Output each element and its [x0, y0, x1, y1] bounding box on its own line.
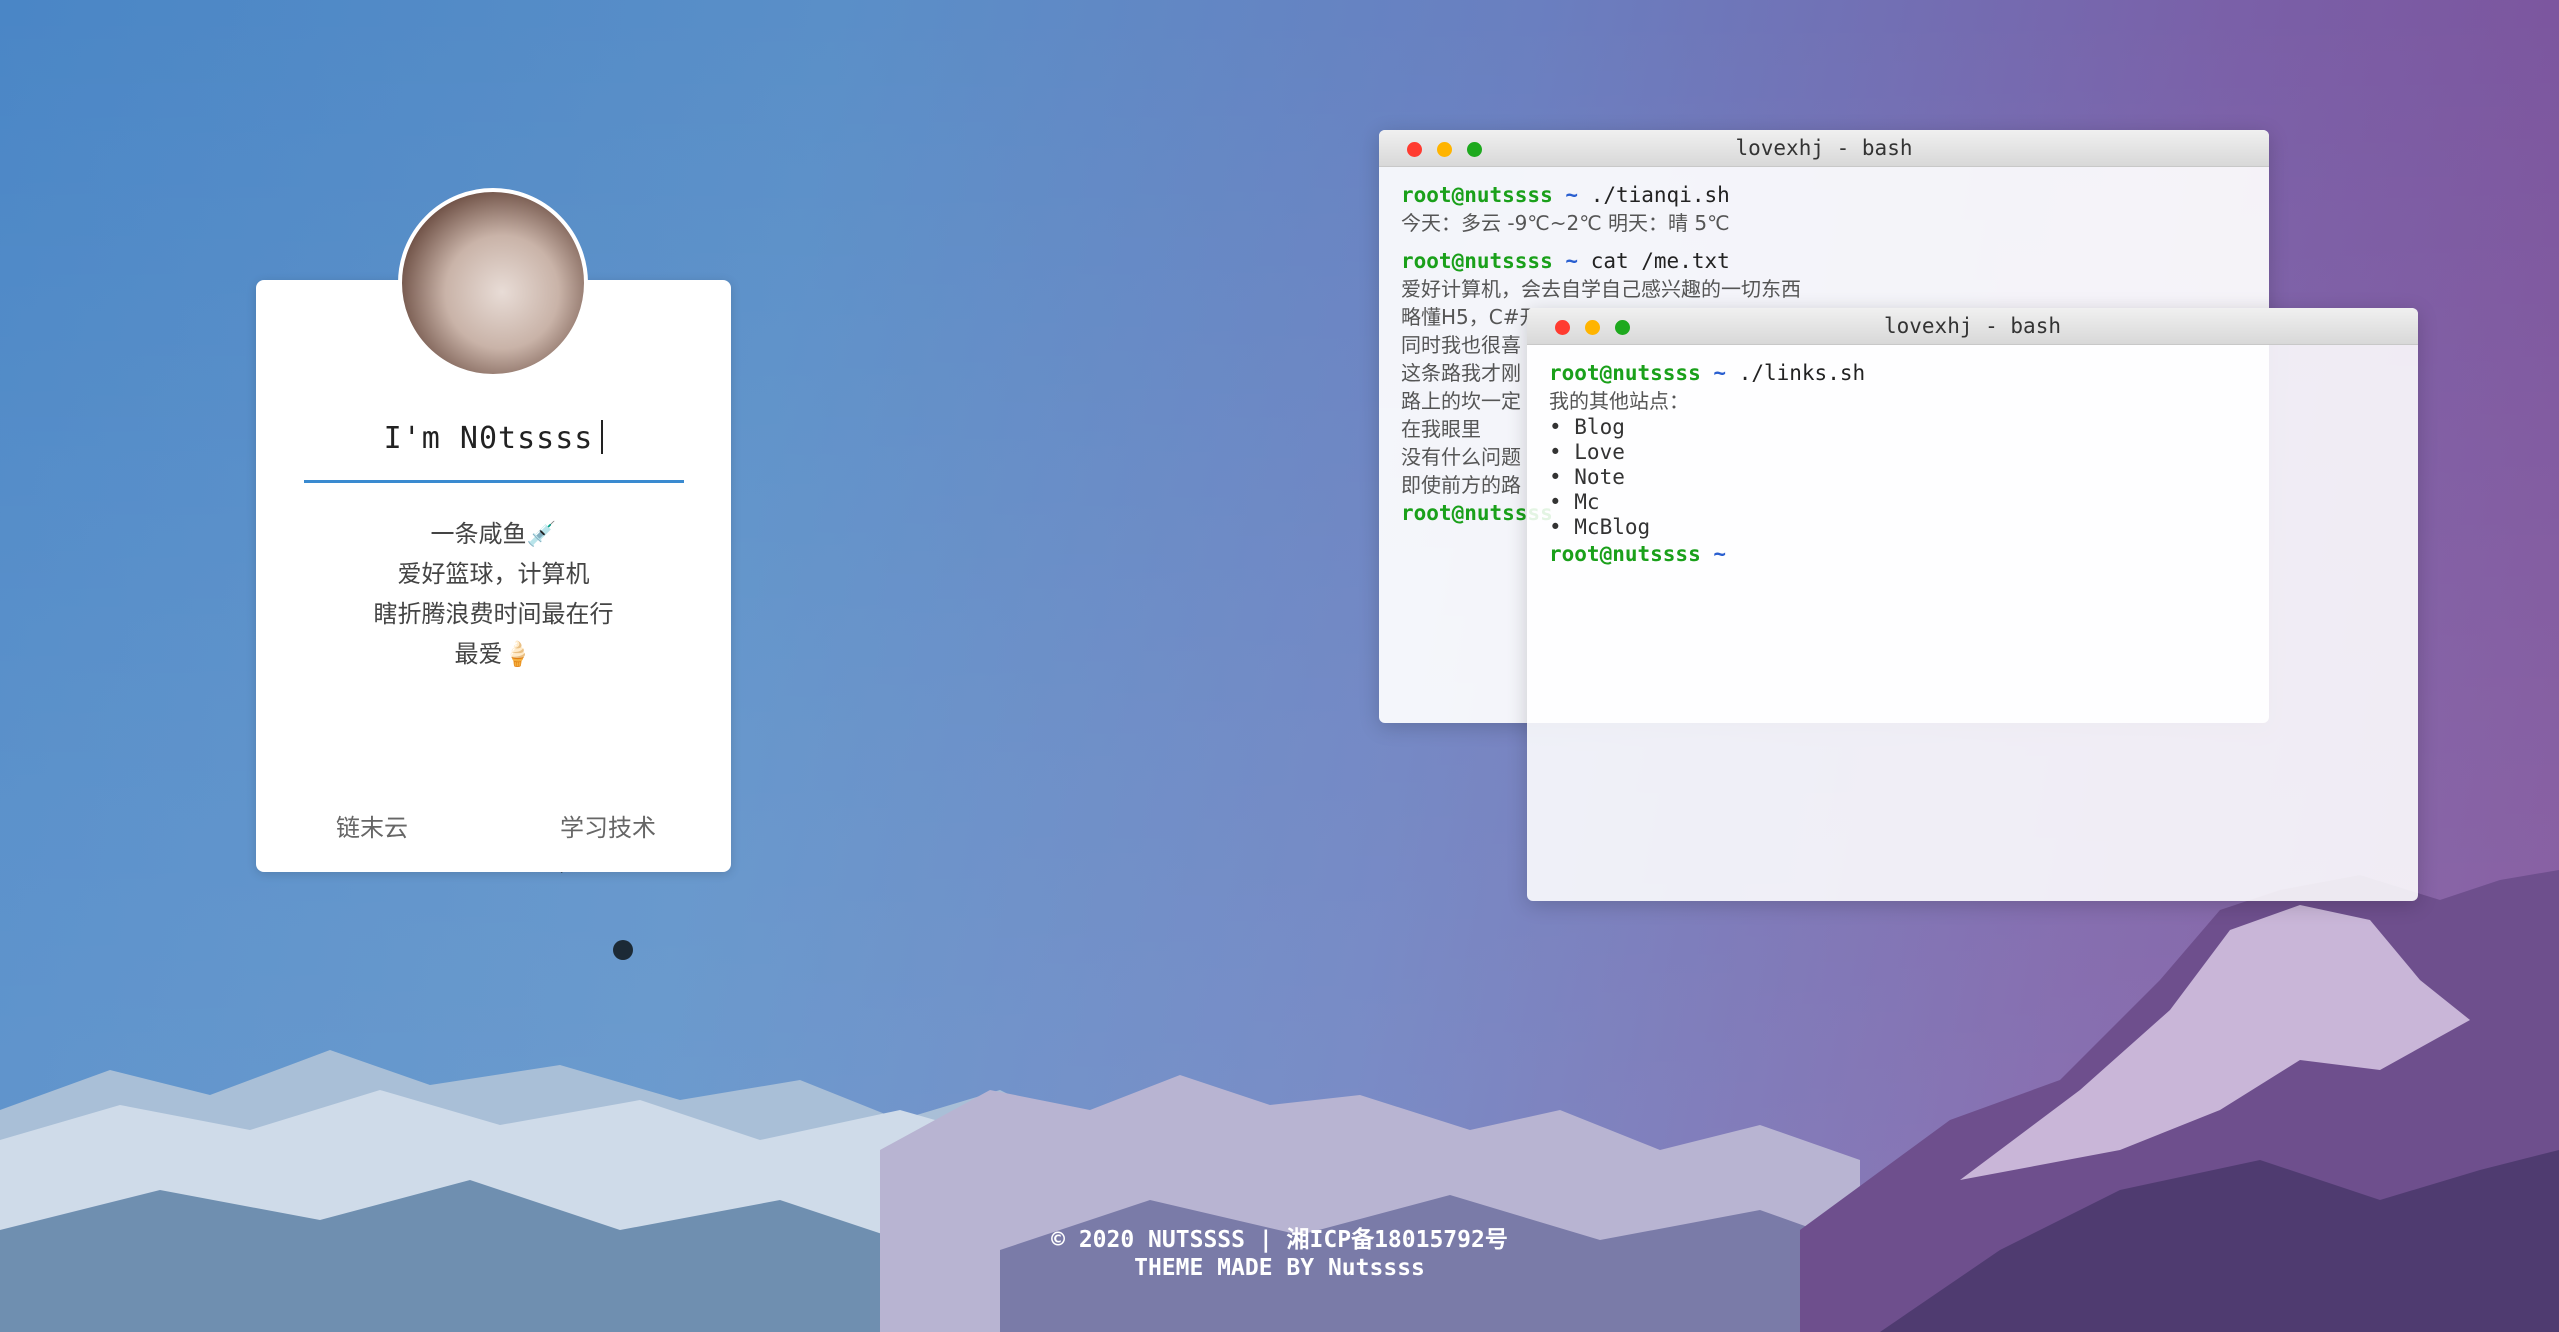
prompt-tilde: ~: [1565, 249, 1579, 273]
terminal-titlebar[interactable]: lovexhj - bash: [1379, 130, 2269, 167]
paraglider-pilot: [613, 940, 633, 960]
prompt-line: root@nutssss ~ ./links.sh: [1549, 359, 2396, 387]
terminal-titlebar[interactable]: lovexhj - bash: [1527, 308, 2418, 345]
title-divider: [304, 480, 684, 483]
link-item-love[interactable]: • Love: [1549, 440, 2396, 465]
terminal-title: lovexhj - bash: [1735, 136, 1913, 160]
profile-title-text: I'm N0tssss: [383, 421, 594, 456]
prompt-line: root@nutssss ~: [1549, 540, 2396, 568]
profile-title: I'm N0tssss: [256, 420, 731, 456]
prompt-line: root@nutssss ~ cat /me.txt: [1401, 247, 2247, 275]
footer-copyright[interactable]: © 2020 NUTSSSS | 湘ICP备18015792号: [0, 1226, 2559, 1254]
terminal-body: root@nutssss ~ ./links.sh 我的其他站点： • Blog…: [1527, 345, 2418, 568]
output-heading: 我的其他站点：: [1549, 389, 1689, 413]
prompt-tilde: ~: [1565, 183, 1579, 207]
prompt-command: ./links.sh: [1738, 361, 1866, 385]
prompt-command: cat /me.txt: [1590, 249, 1730, 273]
link-item-blog[interactable]: • Blog: [1549, 415, 2396, 440]
link-item-mcblog[interactable]: • McBlog: [1549, 515, 2396, 540]
prompt-user: root@nutssss: [1549, 542, 1701, 566]
terminal-window-links[interactable]: lovexhj - bash root@nutssss ~ ./links.sh…: [1527, 308, 2418, 901]
link-lianmoyun[interactable]: 链末云: [336, 808, 408, 843]
prompt-line: root@nutssss ~ ./tianqi.sh: [1401, 181, 2247, 209]
output-line: 今天：多云 -9℃~2℃ 明天：晴 5℃: [1401, 211, 1730, 235]
link-item-mc[interactable]: • Mc: [1549, 490, 2396, 515]
profile-links: 链末云 学习技术: [256, 808, 731, 848]
avatar: [398, 188, 588, 378]
prompt-user: root@nutssss: [1401, 249, 1553, 273]
prompt-tilde: ~: [1713, 542, 1727, 566]
link-item-note[interactable]: • Note: [1549, 465, 2396, 490]
bio-line: 瞎折腾浪费时间最在行: [373, 600, 614, 628]
prompt-user: root@nutssss: [1401, 183, 1553, 207]
prompt-command: ./tianqi.sh: [1590, 183, 1730, 207]
footer-theme-credit: THEME MADE BY Nutssss: [1134, 1255, 1425, 1281]
bio-line: 最爱🍦: [454, 640, 533, 668]
output-line: 爱好计算机，会去自学自己感兴趣的一切东西: [1401, 277, 1801, 301]
terminal-title: lovexhj - bash: [1883, 314, 2061, 338]
footer: © 2020 NUTSSSS | 湘ICP备18015792号 THEME MA…: [0, 1226, 2559, 1282]
typing-cursor: [601, 420, 604, 454]
bio-line: 爱好篮球，计算机: [397, 560, 590, 588]
profile-bio: 一条咸鱼💉 爱好篮球，计算机 瞎折腾浪费时间最在行 最爱🍦: [256, 514, 731, 674]
prompt-user: root@nutssss: [1549, 361, 1701, 385]
prompt-tilde: ~: [1713, 361, 1727, 385]
bio-line: 一条咸鱼💉: [430, 520, 557, 548]
link-study-tech[interactable]: 学习技术: [560, 808, 656, 843]
